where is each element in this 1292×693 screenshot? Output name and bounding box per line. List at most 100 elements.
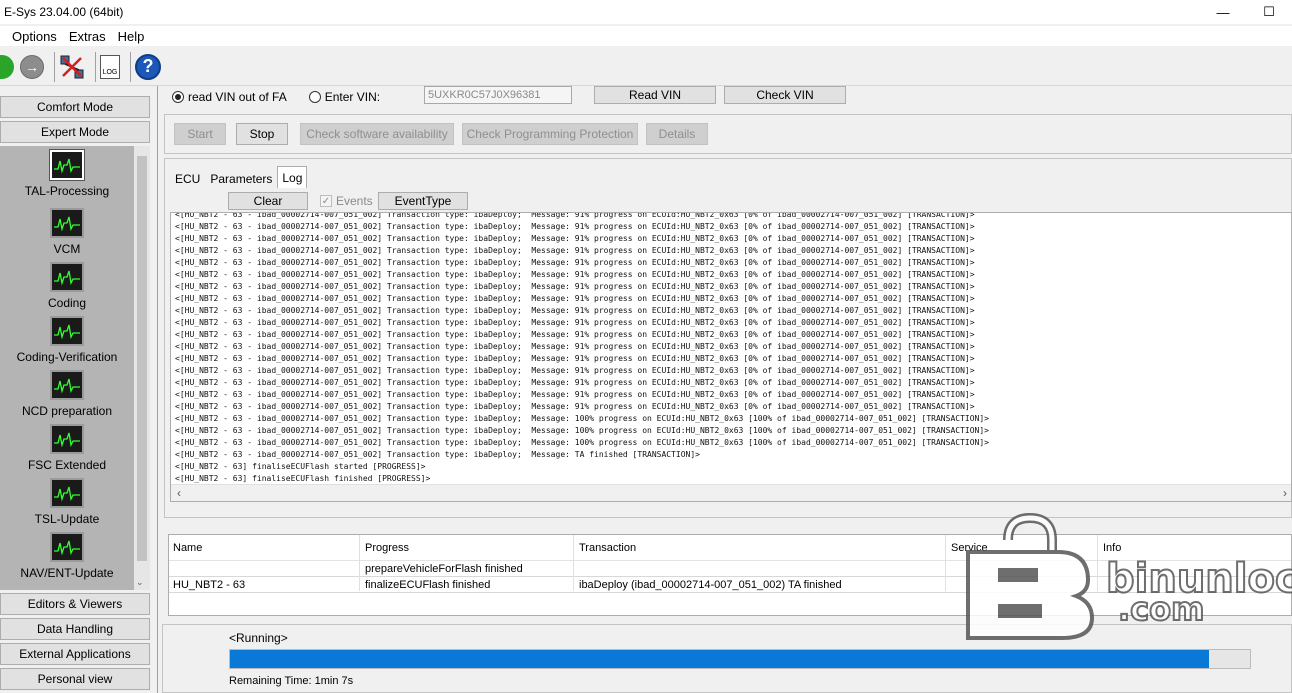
toolbar-separator bbox=[95, 51, 96, 82]
monitor-icon bbox=[50, 316, 84, 346]
sidebar-item-coding-verification[interactable]: Coding-Verification bbox=[0, 316, 134, 364]
log-line: <[HU_NBT2 - 63 - ibad_00002714-007_051_0… bbox=[175, 426, 989, 435]
check-vin-button[interactable]: Check VIN bbox=[724, 86, 846, 104]
cell-progress: prepareVehicleForFlash finished bbox=[365, 562, 523, 575]
vin-input[interactable]: 5UXKR0C57J0X96381 bbox=[424, 86, 572, 104]
minimize-button[interactable]: — bbox=[1200, 0, 1246, 24]
sidebar-item-coding[interactable]: Coding bbox=[0, 262, 134, 310]
event-type-button[interactable]: EventType bbox=[378, 192, 468, 210]
log-line: <[HU_NBT2 - 63 - ibad_00002714-007_051_0… bbox=[175, 354, 975, 363]
monitor-icon bbox=[50, 370, 84, 400]
chevron-down-icon[interactable]: ⌄ bbox=[136, 577, 144, 588]
expert-mode-panel: TAL-Processing VCM Coding Coding-Verific… bbox=[0, 146, 150, 590]
enter-vin-label: Enter VIN: bbox=[324, 90, 381, 104]
log-line: <[HU_NBT2 - 63 - ibad_00002714-007_051_0… bbox=[175, 306, 975, 315]
toolbar: → LOG ? bbox=[0, 48, 1292, 86]
sidebar-item-vcm[interactable]: VCM bbox=[0, 208, 134, 256]
sidebar-item-tal-processing[interactable]: TAL-Processing bbox=[0, 149, 134, 198]
log-line: <[HU_NBT2 - 63 - ibad_00002714-007_051_0… bbox=[175, 318, 975, 327]
running-status: <Running> bbox=[229, 631, 288, 645]
log-line: <[HU_NBT2 - 63 - ibad_00002714-007_051_0… bbox=[175, 282, 975, 291]
remaining-time-label: Remaining Time: bbox=[229, 675, 312, 687]
events-checkbox[interactable]: ✓ Events bbox=[320, 194, 373, 208]
monitor-icon bbox=[50, 478, 84, 508]
read-vin-fa-label: read VIN out of FA bbox=[188, 90, 287, 104]
log-line: <[HU_NBT2 - 63 - ibad_00002714-007_051_0… bbox=[175, 222, 975, 231]
cell-progress: finalizeECUFlash finished bbox=[365, 578, 491, 591]
log-line: <[HU_NBT2 - 63 - ibad_00002714-007_051_0… bbox=[175, 402, 975, 411]
menu-options[interactable]: Options bbox=[0, 29, 63, 44]
log-line: <[HU_NBT2 - 63 - ibad_00002714-007_051_0… bbox=[175, 414, 989, 423]
log-line: <[HU_NBT2 - 63 - ibad_00002714-007_051_0… bbox=[175, 212, 975, 219]
menu-bar: Options Extras Help bbox=[0, 26, 1292, 46]
editors-viewers-button[interactable]: Editors & Viewers bbox=[0, 593, 150, 615]
vin-row: read VIN out of FA Enter VIN: bbox=[172, 86, 380, 108]
scrollbar-thumb[interactable] bbox=[137, 156, 147, 561]
col-transaction[interactable]: Transaction bbox=[575, 535, 636, 560]
connect-icon[interactable] bbox=[0, 53, 14, 81]
log-line: <[HU_NBT2 - 63 - ibad_00002714-007_051_0… bbox=[175, 342, 975, 351]
log-line: <[HU_NBT2 - 63 - ibad_00002714-007_051_0… bbox=[175, 246, 975, 255]
log-line: <[HU_NBT2 - 63 - ibad_00002714-007_051_0… bbox=[175, 366, 975, 375]
sidebar-item-nav-ent-update[interactable]: NAV/ENT-Update bbox=[0, 532, 134, 580]
tab-parameters[interactable]: Parameters bbox=[205, 170, 277, 188]
log-line: <[HU_NBT2 - 63 - ibad_00002714-007_051_0… bbox=[175, 330, 975, 339]
column-divider bbox=[359, 535, 360, 591]
enter-vin-radio[interactable] bbox=[308, 91, 321, 103]
monitor-icon bbox=[49, 149, 85, 181]
read-vin-button[interactable]: Read VIN bbox=[594, 86, 716, 104]
toolbar-separator bbox=[130, 51, 131, 82]
cell-name: HU_NBT2 - 63 bbox=[173, 578, 246, 591]
log-line: <[HU_NBT2 - 63 - ibad_00002714-007_051_0… bbox=[175, 234, 975, 243]
sidebar-item-tsl-update[interactable]: TSL-Update bbox=[0, 478, 134, 526]
log-line: <[HU_NBT2 - 63 - ibad_00002714-007_051_0… bbox=[175, 294, 975, 303]
menu-help[interactable]: Help bbox=[112, 29, 151, 44]
cell-transaction bbox=[575, 561, 579, 576]
menu-extras[interactable]: Extras bbox=[63, 29, 112, 44]
external-applications-button[interactable]: External Applications bbox=[0, 643, 150, 665]
col-name[interactable]: Name bbox=[169, 535, 202, 560]
log-line: <[HU_NBT2 - 63 - ibad_00002714-007_051_0… bbox=[175, 270, 975, 279]
sidebar: Comfort Mode Expert Mode TAL-Processing … bbox=[0, 92, 152, 693]
read-vin-fa-radio[interactable] bbox=[172, 91, 184, 103]
watermark-text-domain: .com bbox=[1117, 589, 1205, 629]
log-icon[interactable]: LOG bbox=[100, 53, 120, 81]
tab-log[interactable]: Log bbox=[277, 166, 308, 188]
chevron-right-icon[interactable]: › bbox=[1283, 486, 1287, 500]
sidebar-item-ncd-preparation[interactable]: NCD preparation bbox=[0, 370, 134, 418]
check-software-availability-button[interactable]: Check software availability bbox=[300, 123, 454, 145]
data-handling-button[interactable]: Data Handling bbox=[0, 618, 150, 640]
maximize-button[interactable]: ☐ bbox=[1246, 0, 1292, 24]
details-button[interactable]: Details bbox=[646, 123, 708, 145]
tab-strip: ECU Parameters Log bbox=[170, 166, 308, 188]
window-title: E-Sys 23.04.00 (64bit) bbox=[4, 5, 124, 19]
log-text: <[HU_NBT2 - 63 - ibad_00002714-007_051_0… bbox=[175, 212, 989, 485]
clear-button[interactable]: Clear bbox=[228, 192, 308, 210]
help-icon[interactable]: ? bbox=[135, 53, 161, 81]
log-horizontal-scrollbar[interactable]: ‹ › bbox=[171, 484, 1291, 501]
tab-ecu[interactable]: ECU bbox=[170, 170, 205, 188]
stop-button[interactable]: Stop bbox=[236, 123, 288, 145]
network-icon[interactable] bbox=[59, 53, 85, 81]
chevron-left-icon[interactable]: ‹ bbox=[177, 486, 181, 500]
sidebar-item-fsc-extended[interactable]: FSC Extended bbox=[0, 424, 134, 472]
comfort-mode-button[interactable]: Comfort Mode bbox=[0, 96, 150, 118]
cell-name bbox=[169, 561, 173, 576]
watermark-logo: binunlock .com bbox=[958, 512, 1292, 642]
title-bar: E-Sys 23.04.00 (64bit) — ☐ bbox=[0, 0, 1292, 24]
start-button[interactable]: Start bbox=[174, 123, 226, 145]
expert-mode-button[interactable]: Expert Mode bbox=[0, 121, 150, 143]
column-divider bbox=[573, 535, 574, 591]
check-programming-protection-button[interactable]: Check Programming Protection bbox=[462, 123, 638, 145]
column-divider bbox=[945, 535, 946, 591]
cell-transaction: ibaDeploy (ibad_00002714-007_051_002) TA… bbox=[579, 578, 842, 591]
personal-view-button[interactable]: Personal view bbox=[0, 668, 150, 690]
log-line: <[HU_NBT2 - 63 - ibad_00002714-007_051_0… bbox=[175, 438, 989, 447]
disconnect-icon[interactable]: → bbox=[20, 53, 44, 81]
checkbox-icon: ✓ bbox=[320, 195, 332, 207]
log-area[interactable]: <[HU_NBT2 - 63 - ibad_00002714-007_051_0… bbox=[170, 212, 1292, 502]
log-line: <[HU_NBT2 - 63 - ibad_00002714-007_051_0… bbox=[175, 450, 700, 459]
col-progress[interactable]: Progress bbox=[361, 535, 409, 560]
log-line: <[HU_NBT2 - 63 - ibad_00002714-007_051_0… bbox=[175, 378, 975, 387]
sidebar-scrollbar[interactable]: ⌄ bbox=[134, 146, 150, 590]
